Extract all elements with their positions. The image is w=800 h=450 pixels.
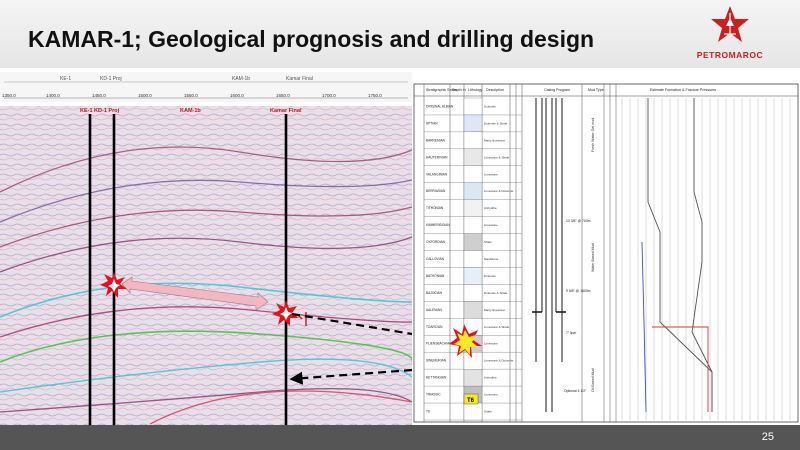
description-text: Limestone & Shale	[484, 325, 510, 329]
description-text: Shale	[484, 240, 492, 244]
formation-label: PLIENSBACHIAN	[426, 342, 452, 346]
well-label: Kamar Final	[270, 108, 302, 114]
lithology-cell	[463, 165, 483, 183]
axis-tick: 1500.0	[138, 93, 152, 98]
formation-label: KIMMERIDGIAN	[426, 223, 450, 227]
casing-label: 9 5/8" @ 1800m	[566, 289, 591, 293]
col-header-mud: Mud Type	[588, 88, 604, 92]
lithology-cell	[463, 199, 483, 217]
well-label: KE-1 KD-1 Proj	[80, 108, 120, 114]
description-text: Limestone & Shale	[484, 155, 510, 159]
logo-text: PETROMAROC	[696, 50, 764, 60]
description-text: Dolomite	[484, 274, 496, 278]
axis-tick: 1400.0	[46, 93, 60, 98]
formation-label: TOARCIAN	[426, 325, 443, 329]
lithology-cell	[463, 250, 483, 268]
casing-label: 13 3/8" @ 700m	[566, 219, 591, 223]
axis-tick: 1700.0	[322, 93, 336, 98]
description-text: Anhydrite	[484, 376, 497, 380]
description-text: Anhydrite	[484, 206, 497, 210]
star-derrick-logo-icon	[711, 6, 749, 42]
lithology-cell	[463, 352, 483, 370]
description-text: Limestone	[484, 172, 498, 176]
description-text: Sandstone	[484, 257, 499, 261]
ruler-label: KAM-1b	[232, 76, 250, 82]
description-text: Dolomite	[484, 104, 496, 108]
lithology-cell	[463, 233, 483, 251]
col-header-formation: Estimate Formation & Fracture Pressures	[650, 88, 716, 92]
formation-label: HETTANGIAN	[426, 376, 447, 380]
description-text: Marly limestone	[484, 308, 505, 312]
lithology-cell	[463, 402, 483, 421]
description-text: Dolomite & Shale	[484, 291, 508, 295]
lithology-cell	[463, 182, 483, 200]
mud-label: Water Based Mud	[591, 243, 595, 272]
lithology-cell	[463, 216, 483, 234]
formation-label: TRIASSIC	[426, 393, 441, 397]
col-header-casing: Casing Program	[544, 88, 570, 92]
page-number: 25	[761, 431, 774, 443]
ruler-label: KE-1	[60, 76, 71, 82]
formation-label: APTIAN	[426, 121, 438, 125]
lithology-cell	[463, 114, 483, 133]
slide-title: KAMAR-1; Geological prognosis and drilli…	[28, 26, 595, 52]
ruler-label: Kamar Final	[286, 76, 313, 82]
col-header-depth: Depth m	[452, 88, 466, 92]
formation-label: VALANGINIAN	[426, 172, 448, 176]
description-text: Limestone	[484, 342, 498, 346]
mud-label: Fresh Water Gel mud	[591, 118, 595, 152]
formation-label: TITHONIAN	[426, 206, 444, 210]
description-text: Limestone & Dolomite	[484, 189, 514, 193]
formation-label: HAUTERIVIAN	[426, 155, 448, 159]
axis-tick: 1600.0	[230, 93, 244, 98]
seismic-image	[0, 106, 412, 425]
axis-tick: 1450.0	[92, 93, 106, 98]
description-text: Limestone & Dolomite	[484, 359, 514, 363]
lithology-cell	[463, 284, 483, 302]
description-text: Marly limestone	[484, 138, 505, 142]
casing-label: Optional 4 1/2"	[564, 389, 587, 393]
ruler-label: KD-1 Proj	[100, 76, 122, 82]
prognosis-chart: Stratigraphic Series Depth m Lithology D…	[412, 72, 800, 425]
lithology-cell	[463, 97, 483, 116]
formation-label: ORIGINAL ALBIAN	[426, 104, 454, 108]
t6-label: T6	[467, 398, 475, 404]
axis-tick: 1550.0	[184, 93, 198, 98]
mud-label: Oil Based Mud	[591, 368, 595, 392]
petromaroc-logo: PETROMAROC	[694, 4, 766, 64]
formation-label: SINEMURIAN	[426, 359, 447, 363]
description-text: Limestone	[484, 393, 498, 397]
lithology-cell	[463, 267, 483, 285]
formation-label: OXFORDIAN	[426, 240, 446, 244]
casing-label: 7" liner	[566, 331, 577, 335]
axis-tick: 1750.0	[368, 93, 382, 98]
axis-tick: 1650.0	[276, 93, 290, 98]
formation-label: TD	[426, 410, 431, 414]
formation-label: CALLOVIAN	[426, 257, 445, 261]
description-text: Limestone	[484, 223, 498, 227]
formation-label: AALENIAN	[426, 308, 442, 312]
axis-tick: 1350.0	[2, 93, 16, 98]
description-text: Dolomite & Shale	[484, 121, 508, 125]
formation-label: BATHONIAN	[426, 274, 445, 278]
lithology-cell	[463, 131, 483, 149]
description-text: Shale	[484, 410, 492, 414]
col-header-lithology: Lithology	[468, 88, 483, 92]
col-header-description: Description	[486, 88, 504, 92]
seismic-section: KE-1 KD-1 Proj KAM-1b Kamar Final 1350.0…	[0, 72, 412, 425]
well-label: KAM-1b	[180, 108, 201, 114]
lithology-cell	[463, 369, 483, 387]
footer-bar: 25	[0, 425, 800, 450]
formation-label: BARREMIAN	[426, 138, 446, 142]
formation-label: BAJOCIAN	[426, 291, 443, 295]
lithology-cell	[463, 301, 483, 319]
formation-label: BERRIASIAN	[426, 189, 446, 193]
lithology-cell	[463, 148, 483, 166]
